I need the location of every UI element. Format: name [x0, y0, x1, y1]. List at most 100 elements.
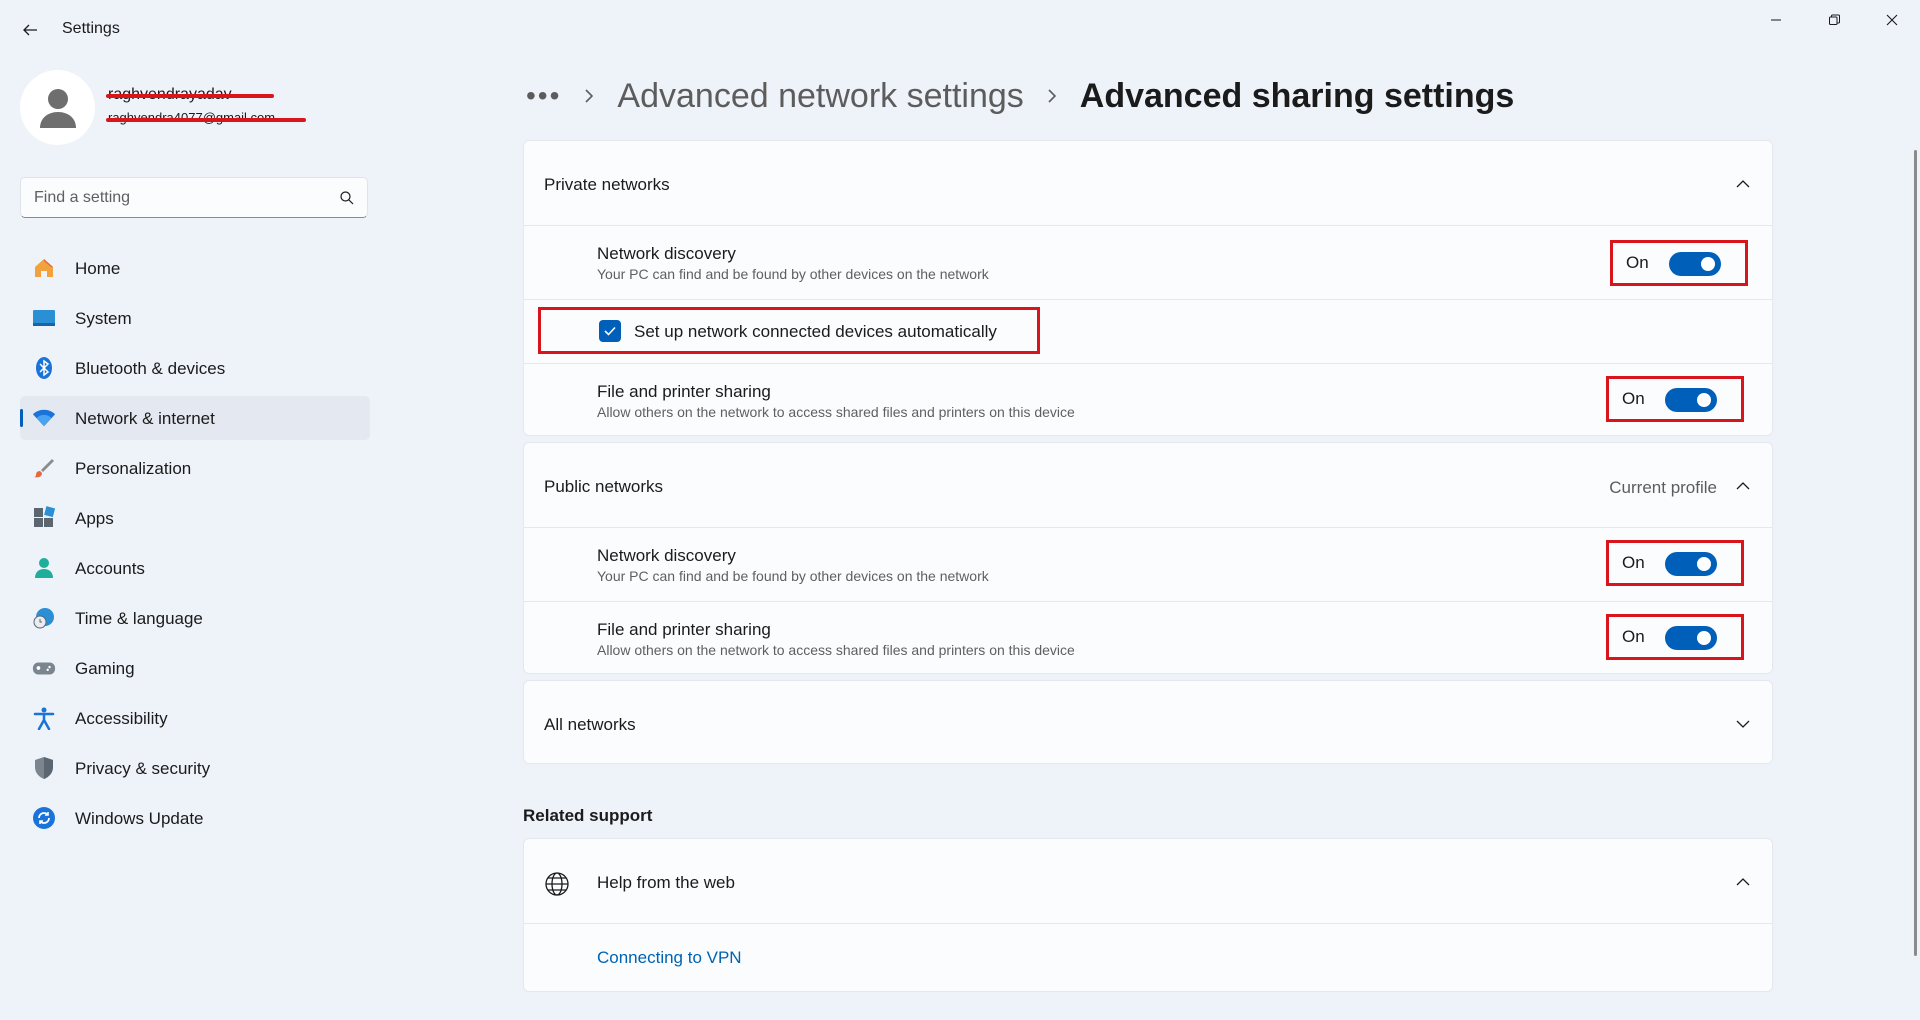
sidebar-item-personalization[interactable]: Personalization	[20, 446, 370, 490]
page-title: Advanced sharing settings	[1079, 76, 1515, 115]
gamepad-icon	[32, 656, 56, 680]
public-networks-card: Public networks Current profile Network …	[523, 442, 1773, 674]
sidebar-item-label: Home	[75, 259, 121, 278]
sidebar-item-label: Privacy & security	[75, 759, 211, 778]
home-icon	[32, 256, 56, 280]
toggle-knob	[1697, 631, 1711, 645]
checkbox-label: Set up network connected devices automat…	[634, 322, 997, 341]
arrow-left-icon	[23, 24, 37, 36]
public-file-sharing-row: File and printer sharing Allow others on…	[524, 601, 1772, 673]
brush-icon	[32, 456, 56, 480]
toggle-state-label: On	[1622, 389, 1645, 408]
vpn-help-link[interactable]: Connecting to VPN	[597, 948, 742, 968]
redaction-mark	[106, 118, 306, 122]
sidebar-item-apps[interactable]: Apps	[20, 496, 370, 540]
sidebar-item-bluetooth[interactable]: Bluetooth & devices	[20, 346, 370, 390]
setting-title: File and printer sharing	[597, 382, 771, 401]
minimize-button[interactable]	[1748, 4, 1804, 36]
search-input[interactable]: Find a setting	[20, 177, 368, 218]
restore-button[interactable]	[1806, 4, 1862, 36]
sidebar-item-home[interactable]: Home	[20, 246, 370, 290]
section-title: Public networks	[544, 477, 664, 496]
private-networks-card: Private networks Network discovery Your …	[523, 140, 1773, 436]
setting-description: Your PC can find and be found by other d…	[597, 568, 989, 584]
section-title: Private networks	[544, 175, 670, 194]
network-discovery-toggle[interactable]	[1665, 552, 1717, 576]
checkmark-icon	[604, 326, 616, 336]
toggle-knob	[1697, 557, 1711, 571]
chevron-down-icon	[1736, 720, 1750, 728]
app-title: Settings	[62, 20, 120, 37]
auto-setup-checkbox[interactable]	[599, 320, 621, 342]
private-auto-setup-row: Set up network connected devices automat…	[524, 299, 1772, 363]
breadcrumb: ••• Advanced network settings Advanced s…	[526, 72, 1514, 120]
sidebar-item-accounts[interactable]: Accounts	[20, 546, 370, 590]
close-button[interactable]	[1864, 4, 1920, 36]
public-networks-header[interactable]: Public networks Current profile	[524, 443, 1772, 527]
wifi-icon	[32, 406, 56, 430]
toggle-state-label: On	[1622, 553, 1645, 572]
help-title: Help from the web	[597, 873, 735, 892]
sidebar-item-label: Gaming	[75, 659, 135, 678]
sidebar-item-label: Accounts	[75, 559, 145, 578]
close-icon	[1886, 14, 1898, 26]
chevron-up-icon	[1736, 878, 1750, 886]
all-networks-card[interactable]: All networks	[523, 680, 1773, 764]
sidebar-item-accessibility[interactable]: Accessibility	[20, 696, 370, 740]
scrollbar[interactable]	[1914, 150, 1917, 956]
sidebar-item-windows-update[interactable]: Windows Update	[20, 796, 370, 840]
sidebar-item-label: Windows Update	[75, 809, 204, 828]
related-support-heading: Related support	[523, 806, 653, 825]
sidebar-item-label: Time & language	[75, 609, 203, 628]
title-bar: Settings	[0, 0, 1920, 60]
help-card: Help from the web Connecting to VPN	[523, 838, 1773, 992]
redaction-mark	[106, 94, 274, 98]
setting-title: Network discovery	[597, 546, 736, 565]
chevron-right-icon	[585, 89, 594, 103]
toggle-state-label: On	[1626, 253, 1649, 272]
private-networks-header[interactable]: Private networks	[524, 141, 1772, 225]
user-profile[interactable]: raghvendrayadav raghvendra4077@gmail.com	[20, 70, 370, 146]
setting-description: Allow others on the network to access sh…	[597, 404, 1075, 420]
sidebar-item-gaming[interactable]: Gaming	[20, 646, 370, 690]
restore-icon	[1829, 14, 1840, 25]
toggle-knob	[1697, 393, 1711, 407]
back-button[interactable]	[14, 14, 46, 46]
minimize-icon	[1771, 19, 1781, 21]
highlight-box: On	[1606, 376, 1744, 422]
person-icon	[39, 88, 76, 128]
public-network-discovery-row: Network discovery Your PC can find and b…	[524, 527, 1772, 601]
sidebar-item-time-language[interactable]: Time & language	[20, 596, 370, 640]
sidebar-item-label: Bluetooth & devices	[75, 359, 226, 378]
accessibility-icon	[32, 706, 56, 730]
sidebar-item-system[interactable]: System	[20, 296, 370, 340]
avatar	[20, 70, 95, 145]
breadcrumb-parent-link[interactable]: Advanced network settings	[617, 77, 1023, 116]
chevron-right-icon	[1048, 89, 1056, 103]
file-sharing-toggle[interactable]	[1665, 388, 1717, 412]
sidebar-item-network[interactable]: Network & internet	[20, 396, 370, 440]
help-header[interactable]: Help from the web	[524, 839, 1772, 923]
search-icon	[340, 191, 354, 205]
shield-icon	[32, 756, 56, 780]
private-file-sharing-row: File and printer sharing Allow others on…	[524, 363, 1772, 437]
sidebar-item-privacy[interactable]: Privacy & security	[20, 746, 370, 790]
sidebar-item-label: Network & internet	[75, 409, 215, 428]
highlight-box: On	[1606, 614, 1744, 660]
highlight-box: On	[1606, 540, 1744, 586]
breadcrumb-more-button[interactable]: •••	[526, 82, 561, 110]
bluetooth-icon	[32, 356, 56, 380]
chevron-up-icon	[1736, 180, 1750, 188]
help-links-row: Connecting to VPN	[524, 923, 1772, 991]
section-title: All networks	[544, 715, 636, 734]
update-icon	[32, 806, 56, 830]
setting-description: Your PC can find and be found by other d…	[597, 266, 989, 282]
active-indicator	[20, 409, 23, 427]
file-sharing-toggle[interactable]	[1665, 626, 1717, 650]
system-icon	[32, 306, 56, 330]
setting-title: File and printer sharing	[597, 620, 771, 639]
network-discovery-toggle[interactable]	[1669, 252, 1721, 276]
search-placeholder: Find a setting	[34, 189, 131, 206]
sidebar-item-label: Accessibility	[75, 709, 168, 728]
highlight-box: On	[1610, 240, 1748, 286]
